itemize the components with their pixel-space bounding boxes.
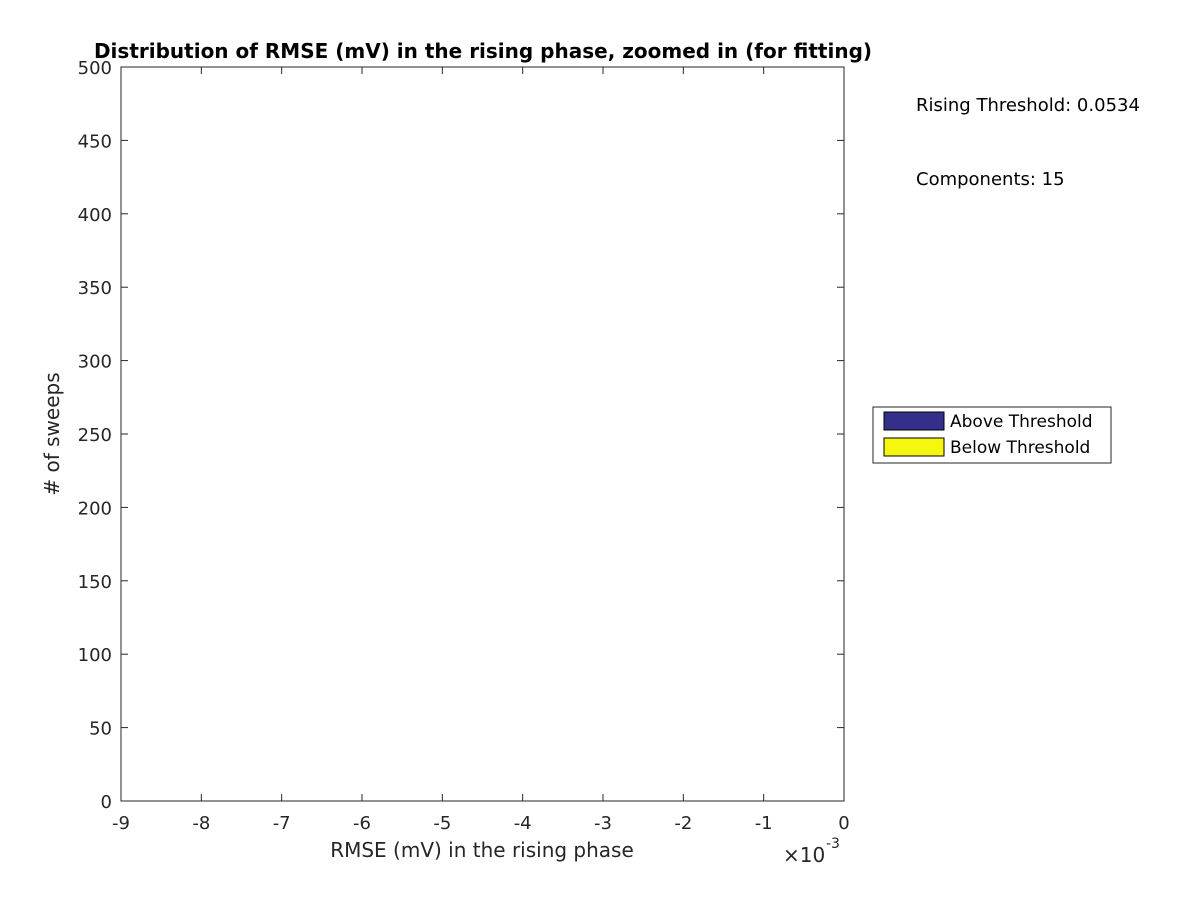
legend: Above Threshold Below Threshold <box>872 406 1112 464</box>
x-exponent-base: ×10 <box>783 843 825 867</box>
histogram-chart: Distribution of RMSE (mV) in the rising … <box>40 39 1140 867</box>
y-tick-label: 450 <box>78 131 112 152</box>
x-exponent-power: -3 <box>826 836 840 852</box>
x-tick-label: 0 <box>838 813 849 834</box>
y-tick-label: 350 <box>78 278 112 299</box>
x-tick-label: -1 <box>755 813 773 834</box>
x-tick-label: -6 <box>353 813 371 834</box>
y-tick-label: 500 <box>78 58 112 79</box>
legend-label-below-threshold: Below Threshold <box>950 438 1090 458</box>
legend-swatch-below-threshold <box>883 437 945 457</box>
y-tick-label: 100 <box>78 645 112 666</box>
y-tick-label: 150 <box>78 572 112 593</box>
x-tick-label: -7 <box>273 813 291 834</box>
y-tick-label: 250 <box>78 425 112 446</box>
x-axis-label: RMSE (mV) in the rising phase <box>330 838 634 862</box>
x-tick-label: -2 <box>674 813 692 834</box>
y-axis-label: # of sweeps <box>40 372 64 495</box>
x-tick-label: -9 <box>112 813 130 834</box>
components-annotation: Components: 15 <box>916 169 1065 190</box>
y-tick-label: 300 <box>78 352 112 373</box>
legend-swatch-above-threshold <box>883 411 945 431</box>
legend-label-above-threshold: Above Threshold <box>950 412 1093 432</box>
x-tick-label: -5 <box>433 813 451 834</box>
y-tick-label: 0 <box>101 792 112 813</box>
y-tick-label: 50 <box>89 719 112 740</box>
x-exponent: ×10 -3 <box>783 836 840 867</box>
y-tick-label: 400 <box>78 205 112 226</box>
rising-threshold-annotation: Rising Threshold: 0.0534 <box>916 95 1140 116</box>
chart-title: Distribution of RMSE (mV) in the rising … <box>94 39 872 63</box>
y-tick-label: 200 <box>78 498 112 519</box>
x-tick-label: -4 <box>514 813 532 834</box>
x-tick-label: -3 <box>594 813 612 834</box>
plot-area <box>121 67 844 801</box>
x-tick-label: -8 <box>192 813 210 834</box>
